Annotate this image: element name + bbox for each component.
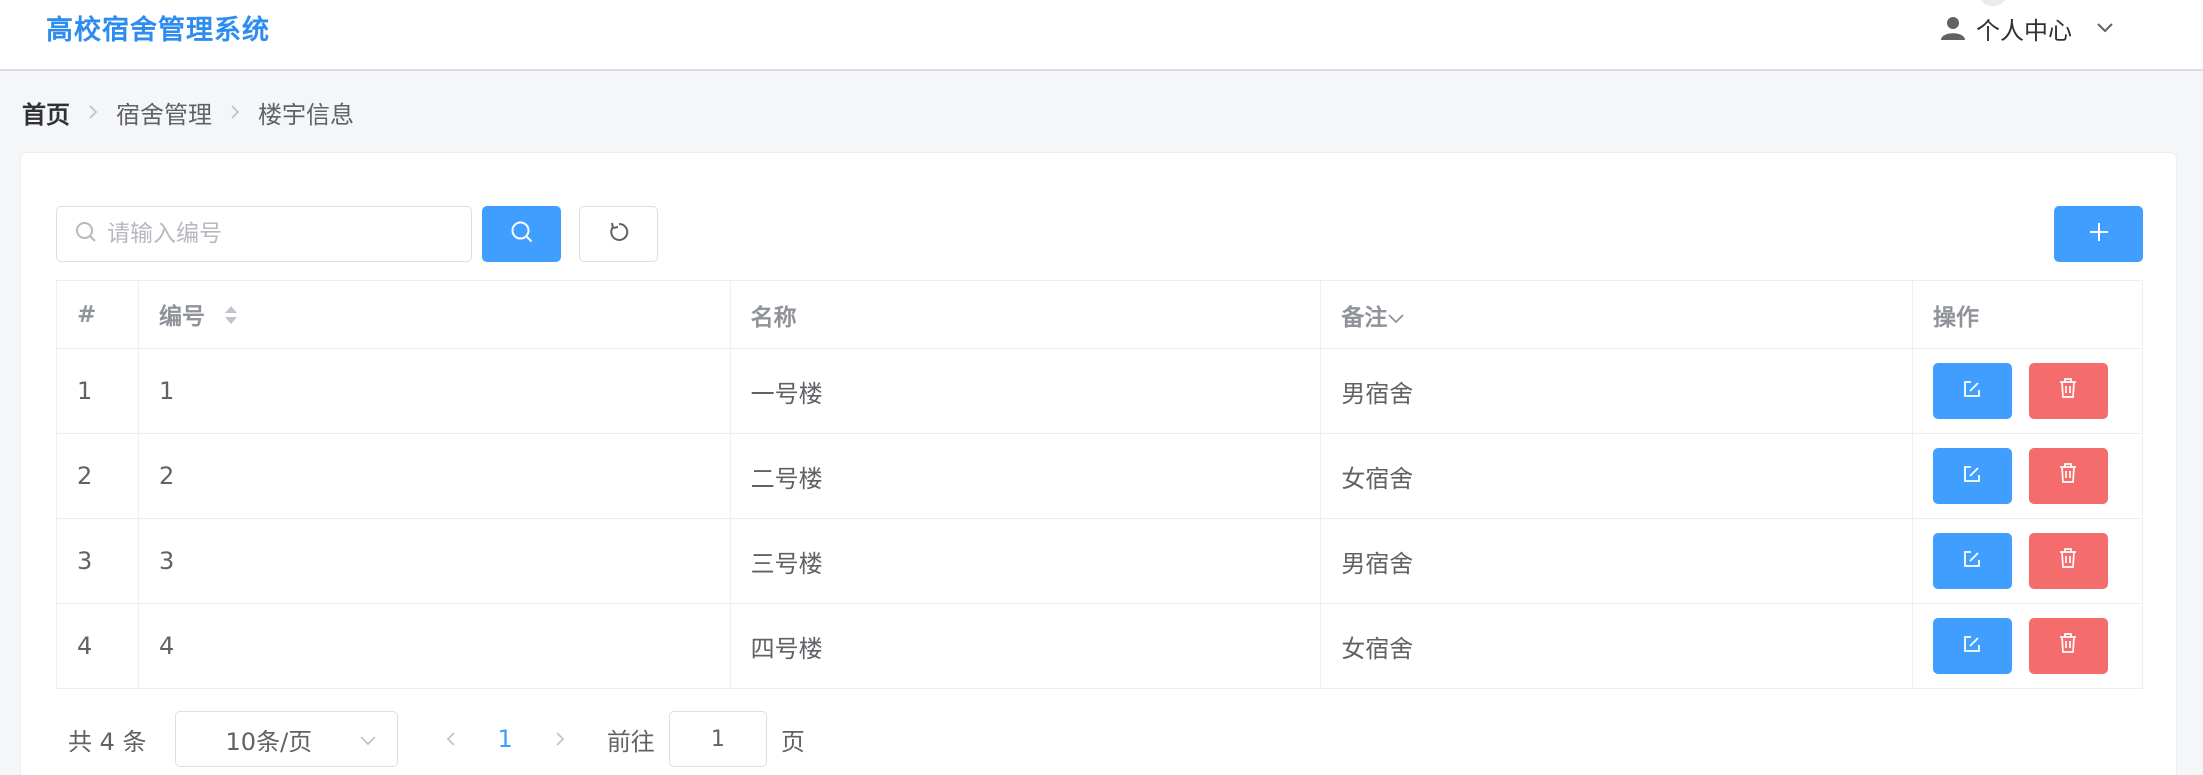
search-field[interactable] (56, 206, 472, 262)
cell-actions (1911, 348, 2144, 434)
edit-button[interactable] (1932, 533, 2012, 589)
top-header: 高校宿舍管理系统 个人中心 (0, 0, 2203, 71)
cell-index: 2 (56, 433, 139, 519)
edit-icon (1962, 462, 1982, 490)
cell-index: 1 (56, 348, 139, 434)
pagination: 共 4 条 10条/页 1 前往 页 (56, 710, 1256, 768)
chevron-down-icon (2096, 22, 2114, 34)
column-header-code[interactable]: 编号 (137, 280, 731, 349)
breadcrumb-dorm-management[interactable]: 宿舍管理 (116, 95, 212, 130)
cell-note: 女宿舍 (1320, 433, 1913, 519)
breadcrumb-home[interactable]: 首页 (22, 95, 70, 130)
next-page-button[interactable] (555, 725, 565, 753)
cell-name: 一号楼 (729, 348, 1322, 434)
cell-actions (1911, 518, 2144, 604)
edit-button[interactable] (1932, 363, 2012, 419)
edit-icon (1962, 377, 1982, 405)
page-size-select[interactable]: 10条/页 (174, 711, 398, 767)
trash-icon (2058, 377, 2078, 405)
chevron-right-icon (88, 104, 98, 120)
delete-button[interactable] (2028, 533, 2108, 589)
sort-caret-icon[interactable] (223, 304, 239, 332)
cell-index: 4 (56, 603, 139, 689)
table-row: 4 4 四号楼 女宿舍 (56, 603, 2144, 689)
cell-code: 1 (137, 348, 731, 434)
user-center-label: 个人中心 (1976, 16, 2072, 45)
avatar-edge (1980, 0, 2006, 6)
delete-button[interactable] (2028, 448, 2108, 504)
app-title: 高校宿舍管理系统 (46, 15, 270, 46)
delete-button[interactable] (2028, 363, 2108, 419)
user-icon (1940, 15, 1966, 41)
refresh-icon (608, 221, 630, 247)
chevron-down-icon (359, 725, 377, 753)
cell-code: 4 (137, 603, 731, 689)
cell-index: 3 (56, 518, 139, 604)
breadcrumb: 首页 宿舍管理 楼宇信息 (22, 93, 354, 131)
building-table: # 编号 名称 备注 操作 1 1 一号楼 男宿舍 2 2 二号楼 女宿舍 3 … (56, 280, 2144, 689)
search-icon (510, 220, 534, 248)
table-row: 2 2 二号楼 女宿舍 (56, 433, 2144, 519)
cell-note: 男宿舍 (1320, 348, 1913, 434)
chevron-right-icon (555, 725, 565, 753)
page-size-value: 10条/页 (225, 727, 313, 756)
column-header-name: 名称 (729, 280, 1322, 349)
column-header-index: # (56, 280, 139, 349)
cell-note: 女宿舍 (1320, 603, 1913, 689)
trash-icon (2058, 632, 2078, 660)
reset-button[interactable] (579, 206, 658, 262)
edit-icon (1962, 547, 1982, 575)
table-row: 1 1 一号楼 男宿舍 (56, 348, 2144, 434)
page-number-current[interactable]: 1 (498, 725, 513, 753)
search-icon (75, 221, 97, 247)
table-header-row: # 编号 名称 备注 操作 (56, 280, 2144, 349)
breadcrumb-building-info: 楼宇信息 (258, 100, 354, 129)
trash-icon (2058, 462, 2078, 490)
pagination-total: 共 4 条 (68, 727, 147, 756)
search-button[interactable] (482, 206, 561, 262)
cell-name: 三号楼 (729, 518, 1322, 604)
edit-button[interactable] (1932, 618, 2012, 674)
cell-name: 四号楼 (729, 603, 1322, 689)
column-header-actions: 操作 (1911, 280, 2144, 349)
cell-actions (1911, 603, 2144, 689)
user-center-menu[interactable]: 个人中心 (1940, 10, 2114, 46)
chevron-down-icon[interactable] (1387, 305, 1405, 331)
goto-page-input[interactable] (668, 711, 767, 767)
delete-button[interactable] (2028, 618, 2108, 674)
add-building-button[interactable] (2054, 206, 2143, 262)
cell-note: 男宿舍 (1320, 518, 1913, 604)
edit-button[interactable] (1932, 448, 2012, 504)
column-header-note-label: 备注 (1341, 304, 1388, 331)
column-header-code-label: 编号 (158, 304, 205, 331)
cell-actions (1911, 433, 2144, 519)
edit-icon (1962, 632, 1982, 660)
chevron-left-icon (446, 725, 456, 753)
table-row: 3 3 三号楼 男宿舍 (56, 518, 2144, 604)
column-header-note[interactable]: 备注 (1320, 280, 1913, 349)
cell-code: 2 (137, 433, 731, 519)
content-card: # 编号 名称 备注 操作 (20, 152, 2177, 775)
search-input[interactable] (107, 207, 471, 261)
prev-page-button[interactable] (446, 725, 456, 753)
chevron-right-icon (230, 104, 240, 120)
trash-icon (2058, 547, 2078, 575)
cell-name: 二号楼 (729, 433, 1322, 519)
page-unit-label: 页 (780, 727, 805, 756)
plus-icon (2087, 220, 2111, 248)
goto-label: 前往 (606, 727, 655, 756)
cell-code: 3 (137, 518, 731, 604)
